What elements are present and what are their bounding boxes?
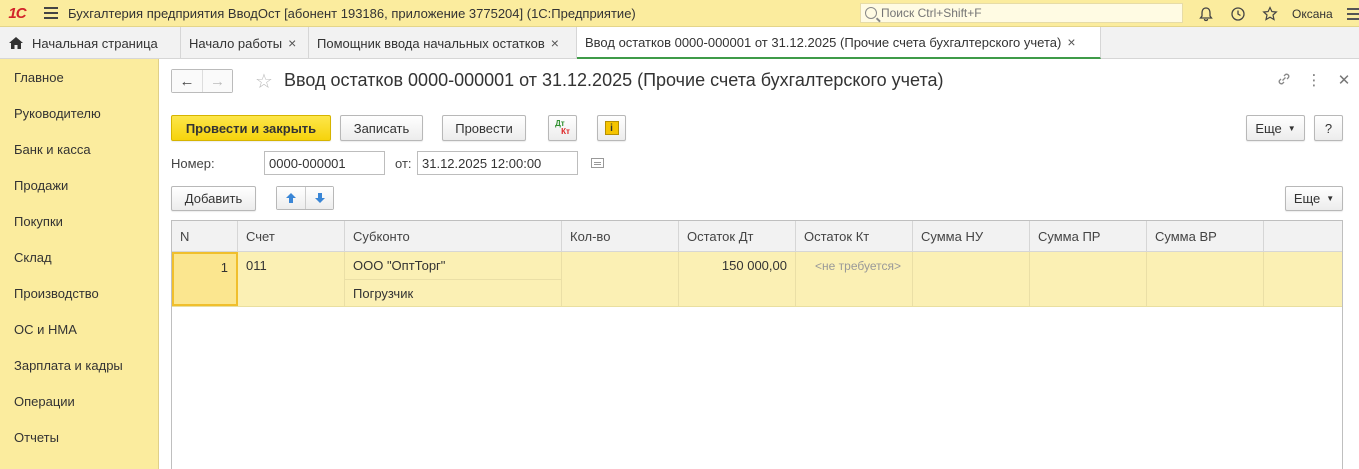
- column-header-sum-vr[interactable]: Сумма ВР: [1147, 221, 1264, 252]
- add-row-button[interactable]: Добавить: [171, 186, 256, 211]
- tab-label: Начальная страница: [32, 35, 158, 51]
- date-label: от:: [395, 156, 412, 171]
- dt-kt-icon: Дт Кт: [555, 119, 570, 136]
- sidebar-item-reports[interactable]: Отчеты: [0, 419, 158, 455]
- close-icon[interactable]: ✕: [1335, 71, 1353, 91]
- tab-balances-assistant[interactable]: Помощник ввода начальных остатков ×: [309, 27, 577, 59]
- page-title: Ввод остатков 0000-000001 от 31.12.2025 …: [284, 70, 944, 90]
- link-icon[interactable]: [1275, 71, 1293, 91]
- subconto-1[interactable]: ООО "ОптТорг": [345, 252, 561, 279]
- favorite-star-icon[interactable]: ☆: [255, 69, 273, 94]
- info-icon: i: [604, 121, 619, 135]
- cell-sum-vr[interactable]: [1147, 252, 1264, 306]
- post-button[interactable]: Провести: [442, 115, 526, 141]
- tab-balance-entry[interactable]: Ввод остатков 0000-000001 от 31.12.2025 …: [577, 27, 1101, 59]
- title-bar: 1С Бухгалтерия предприятия ВводОст [абон…: [0, 0, 1359, 27]
- back-arrow-icon[interactable]: ←: [172, 70, 202, 92]
- document-calendar-icon[interactable]: [591, 158, 604, 168]
- move-up-icon[interactable]: [277, 187, 305, 209]
- cell-balance-kt[interactable]: <не требуется>: [796, 252, 913, 306]
- chevron-down-icon: ▼: [1287, 123, 1296, 133]
- tab-label: Начало работы: [189, 35, 283, 51]
- column-header-qty[interactable]: Кол-во: [562, 221, 679, 252]
- sidebar-item-purchases[interactable]: Покупки: [0, 203, 158, 239]
- save-button[interactable]: Записать: [340, 115, 423, 141]
- app-title: Бухгалтерия предприятия ВводОст [абонент…: [68, 5, 636, 21]
- column-header-balance-dt[interactable]: Остаток Дт: [679, 221, 796, 252]
- table-row[interactable]: 1 011 ООО "ОптТорг" Погрузчик 150 000,00…: [172, 252, 1342, 307]
- tab-start[interactable]: Начало работы ×: [181, 27, 309, 59]
- sidebar-item-sales[interactable]: Продажи: [0, 167, 158, 203]
- table-header: N Счет Субконто Кол-во Остаток Дт Остато…: [172, 221, 1342, 252]
- search-icon: [865, 7, 877, 19]
- sidebar-item-manager[interactable]: Руководителю: [0, 95, 158, 131]
- document-form: ← → ☆ Ввод остатков 0000-000001 от 31.12…: [159, 59, 1359, 469]
- column-header-account[interactable]: Счет: [238, 221, 345, 252]
- app-logo: 1С: [8, 4, 26, 22]
- column-header-balance-kt[interactable]: Остаток Кт: [796, 221, 913, 252]
- forward-arrow-icon[interactable]: →: [202, 70, 232, 92]
- tab-label: Ввод остатков 0000-000001 от 31.12.2025 …: [585, 34, 1062, 50]
- info-button[interactable]: i: [597, 115, 626, 141]
- tab-home[interactable]: Начальная страница: [0, 27, 181, 59]
- cell-balance-dt[interactable]: 150 000,00: [679, 252, 796, 306]
- help-button[interactable]: ?: [1314, 115, 1343, 141]
- sidebar-item-production[interactable]: Производство: [0, 275, 158, 311]
- cell-sum-pr[interactable]: [1030, 252, 1147, 306]
- column-header-sum-pr[interactable]: Сумма ПР: [1030, 221, 1147, 252]
- more-vertical-icon[interactable]: ⋮: [1305, 71, 1323, 91]
- column-header-subconto[interactable]: Субконто: [345, 221, 562, 252]
- cell-account[interactable]: 011: [238, 252, 345, 306]
- date-field[interactable]: [417, 151, 578, 175]
- close-icon[interactable]: ×: [1067, 34, 1075, 50]
- table-more-button[interactable]: Еще ▼: [1285, 186, 1343, 211]
- sidebar-item-payroll[interactable]: Зарплата и кадры: [0, 347, 158, 383]
- search-input[interactable]: [881, 6, 1171, 20]
- dt-kt-button[interactable]: Дт Кт: [548, 115, 577, 141]
- sidebar-item-assets[interactable]: ОС и НМА: [0, 311, 158, 347]
- cell-n[interactable]: 1: [172, 252, 238, 306]
- home-icon: [9, 37, 23, 49]
- cell-sum-nu[interactable]: [913, 252, 1030, 306]
- more-button[interactable]: Еще ▼: [1246, 115, 1305, 141]
- user-name[interactable]: Оксана: [1292, 7, 1333, 21]
- sidebar-item-warehouse[interactable]: Склад: [0, 239, 158, 275]
- column-header-n[interactable]: N: [172, 221, 238, 252]
- close-icon[interactable]: ×: [288, 35, 296, 51]
- column-header-sum-nu[interactable]: Сумма НУ: [913, 221, 1030, 252]
- sidebar-item-operations[interactable]: Операции: [0, 383, 158, 419]
- cell-qty[interactable]: [562, 252, 679, 306]
- favorites-star-icon[interactable]: [1254, 0, 1286, 27]
- search-box[interactable]: [860, 3, 1183, 23]
- cell-empty: [1264, 252, 1340, 306]
- balances-table[interactable]: N Счет Субконто Кол-во Остаток Дт Остато…: [171, 220, 1343, 469]
- chevron-down-icon: ▼: [1326, 194, 1335, 203]
- move-down-icon[interactable]: [305, 187, 333, 209]
- history-icon[interactable]: [1222, 0, 1254, 27]
- number-field[interactable]: [264, 151, 385, 175]
- sidebar: Главное Руководителю Банк и касса Продаж…: [0, 59, 159, 469]
- subconto-2[interactable]: Погрузчик: [345, 279, 561, 306]
- bell-icon[interactable]: [1190, 0, 1222, 27]
- post-and-close-button[interactable]: Провести и закрыть: [171, 115, 331, 141]
- nav-buttons: ← →: [171, 69, 233, 93]
- sidebar-item-main[interactable]: Главное: [0, 59, 158, 95]
- number-label: Номер:: [171, 156, 215, 171]
- sidebar-item-bank[interactable]: Банк и касса: [0, 131, 158, 167]
- cell-subconto[interactable]: ООО "ОптТорг" Погрузчик: [345, 252, 562, 306]
- tabs-bar: Начальная страница Начало работы × Помощ…: [0, 27, 1359, 59]
- column-header-empty: [1264, 221, 1342, 252]
- user-menu-icon[interactable]: [1343, 0, 1359, 27]
- tab-label: Помощник ввода начальных остатков: [317, 35, 545, 51]
- main-menu-button[interactable]: [34, 0, 68, 27]
- close-icon[interactable]: ×: [551, 35, 559, 51]
